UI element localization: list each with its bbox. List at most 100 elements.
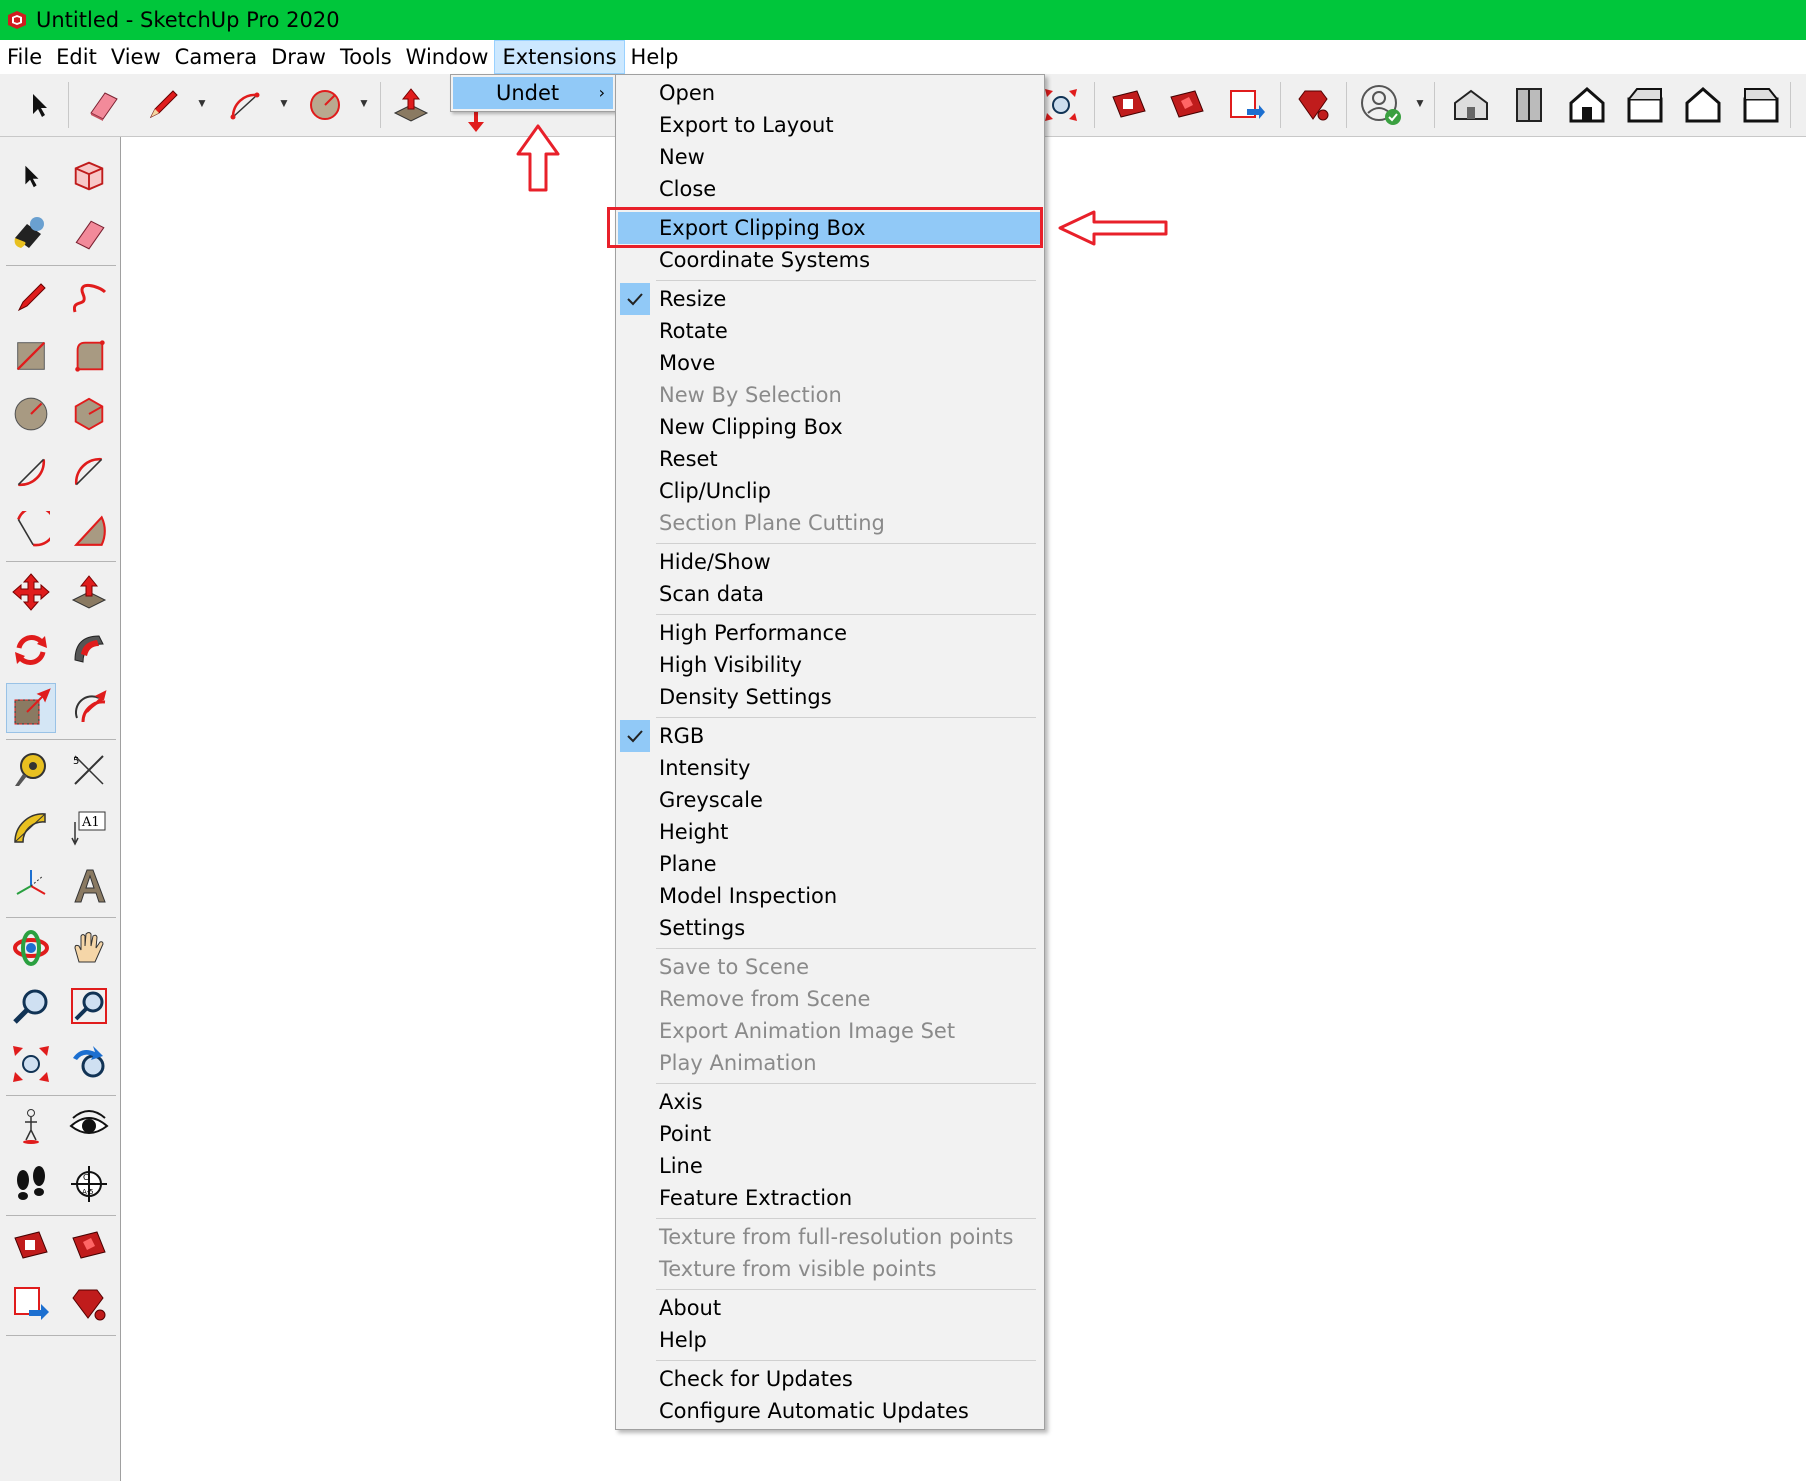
section-plane-icon[interactable]: C A-5: [64, 1159, 114, 1209]
pencil-icon[interactable]: [140, 82, 186, 128]
menu-item-remove-from-scene[interactable]: Remove from Scene: [618, 983, 1040, 1015]
menu-item-line[interactable]: Line: [618, 1150, 1040, 1182]
right-view-icon[interactable]: [1622, 82, 1668, 128]
menu-item-check-for-updates[interactable]: Check for Updates: [618, 1363, 1040, 1395]
menu-item-help[interactable]: Help: [618, 1324, 1040, 1356]
line-icon[interactable]: [6, 273, 56, 323]
iso-view-icon[interactable]: [1448, 82, 1494, 128]
warehouse-icon[interactable]: [1106, 82, 1152, 128]
scale-icon[interactable]: [6, 683, 56, 733]
arc-icon[interactable]: [222, 82, 268, 128]
extension-warehouse-icon[interactable]: [1164, 82, 1210, 128]
previous-view-icon[interactable]: [64, 1039, 114, 1089]
polygon-icon[interactable]: [64, 389, 114, 439]
menu-item-clip-unclip[interactable]: Clip/Unclip: [618, 475, 1040, 507]
menu-item-coordinate-systems[interactable]: Coordinate Systems: [618, 244, 1040, 276]
menu-item-new[interactable]: New: [618, 141, 1040, 173]
move-icon[interactable]: [6, 567, 56, 617]
look-around-icon[interactable]: [64, 1101, 114, 1151]
menu-item-texture-full-resolution[interactable]: Texture from full-resolution points: [618, 1221, 1040, 1253]
pie-icon[interactable]: [64, 505, 114, 555]
tape-measure-icon[interactable]: [6, 745, 56, 795]
menu-item-settings[interactable]: Settings: [618, 912, 1040, 944]
menu-item-height[interactable]: Height: [618, 816, 1040, 848]
text-icon[interactable]: A1: [64, 803, 114, 853]
menu-item-configure-automatic-updates[interactable]: Configure Automatic Updates: [618, 1395, 1040, 1427]
menu-item-scan-data[interactable]: Scan data: [618, 578, 1040, 610]
account-icon[interactable]: [1358, 82, 1404, 128]
zoom-window-icon[interactable]: [64, 981, 114, 1031]
menu-item-model-inspection[interactable]: Model Inspection: [618, 880, 1040, 912]
menu-item-open[interactable]: Open: [618, 77, 1040, 109]
menu-item-axis[interactable]: Axis: [618, 1086, 1040, 1118]
menu-draw[interactable]: Draw: [264, 41, 333, 73]
pan-icon[interactable]: [64, 923, 114, 973]
chevron-down-icon[interactable]: ▼: [1414, 96, 1426, 110]
warehouse-icon[interactable]: [6, 1221, 56, 1271]
ruby-console-icon[interactable]: [1290, 82, 1336, 128]
menu-camera[interactable]: Camera: [168, 41, 264, 73]
menu-item-undet[interactable]: Undet ›: [453, 77, 613, 109]
menu-item-section-plane-cutting[interactable]: Section Plane Cutting: [618, 507, 1040, 539]
menu-item-export-animation-image-set[interactable]: Export Animation Image Set: [618, 1015, 1040, 1047]
menu-edit[interactable]: Edit: [49, 41, 104, 73]
menu-item-rgb[interactable]: RGB: [618, 720, 1040, 752]
axes-icon[interactable]: [6, 861, 56, 911]
zoom-icon[interactable]: [6, 981, 56, 1031]
rotated-rectangle-icon[interactable]: [64, 331, 114, 381]
menu-item-plane[interactable]: Plane: [618, 848, 1040, 880]
menu-file[interactable]: File: [0, 41, 49, 73]
dimensions-icon[interactable]: 5: [64, 745, 114, 795]
zoom-extents-icon[interactable]: [6, 1039, 56, 1089]
left-view-icon[interactable]: [1738, 82, 1784, 128]
arc-icon[interactable]: [6, 447, 56, 497]
menu-item-reset[interactable]: Reset: [618, 443, 1040, 475]
chevron-down-icon[interactable]: ▼: [278, 96, 290, 110]
menu-item-density-settings[interactable]: Density Settings: [618, 681, 1040, 713]
menu-item-close[interactable]: Close: [618, 173, 1040, 205]
menu-item-high-performance[interactable]: High Performance: [618, 617, 1040, 649]
select-icon[interactable]: [6, 151, 56, 201]
3d-text-icon[interactable]: [64, 861, 114, 911]
menu-item-hide-show[interactable]: Hide/Show: [618, 546, 1040, 578]
offset-icon[interactable]: [64, 683, 114, 733]
menu-tools[interactable]: Tools: [333, 41, 399, 73]
rotate-icon[interactable]: [6, 625, 56, 675]
menu-item-export-to-layout[interactable]: Export to Layout: [618, 109, 1040, 141]
position-camera-icon[interactable]: [6, 1101, 56, 1151]
rectangle-icon[interactable]: [6, 331, 56, 381]
front-view-icon[interactable]: [1564, 82, 1610, 128]
walk-icon[interactable]: [6, 1159, 56, 1209]
menu-view[interactable]: View: [104, 41, 168, 73]
top-view-icon[interactable]: [1506, 82, 1552, 128]
menu-item-texture-visible-points[interactable]: Texture from visible points: [618, 1253, 1040, 1285]
menu-item-feature-extraction[interactable]: Feature Extraction: [618, 1182, 1040, 1214]
three-point-arc-icon[interactable]: [6, 505, 56, 555]
two-point-arc-icon[interactable]: [64, 447, 114, 497]
protractor-icon[interactable]: [6, 803, 56, 853]
chevron-down-icon[interactable]: ▼: [358, 96, 370, 110]
menu-item-greyscale[interactable]: Greyscale: [618, 784, 1040, 816]
make-component-icon[interactable]: [64, 151, 114, 201]
menu-window[interactable]: Window: [399, 41, 496, 73]
menu-item-resize[interactable]: Resize: [618, 283, 1040, 315]
circle-icon[interactable]: [302, 82, 348, 128]
push-pull-icon[interactable]: [388, 82, 434, 128]
menu-item-point[interactable]: Point: [618, 1118, 1040, 1150]
chevron-down-icon[interactable]: ▼: [196, 96, 208, 110]
orbit-icon[interactable]: [6, 923, 56, 973]
menu-item-move[interactable]: Move: [618, 347, 1040, 379]
eraser-icon[interactable]: [80, 82, 126, 128]
back-view-icon[interactable]: [1680, 82, 1726, 128]
layout-send-icon[interactable]: [6, 1279, 56, 1329]
menu-extensions[interactable]: Extensions: [494, 40, 625, 74]
menu-item-new-clipping-box[interactable]: New Clipping Box: [618, 411, 1040, 443]
menu-item-about[interactable]: About: [618, 1292, 1040, 1324]
menu-item-high-visibility[interactable]: High Visibility: [618, 649, 1040, 681]
menu-item-play-animation[interactable]: Play Animation: [618, 1047, 1040, 1079]
menu-help[interactable]: Help: [624, 41, 686, 73]
select-icon[interactable]: [16, 82, 62, 128]
layout-send-icon[interactable]: [1222, 82, 1268, 128]
menu-item-intensity[interactable]: Intensity: [618, 752, 1040, 784]
circle-icon[interactable]: [6, 389, 56, 439]
